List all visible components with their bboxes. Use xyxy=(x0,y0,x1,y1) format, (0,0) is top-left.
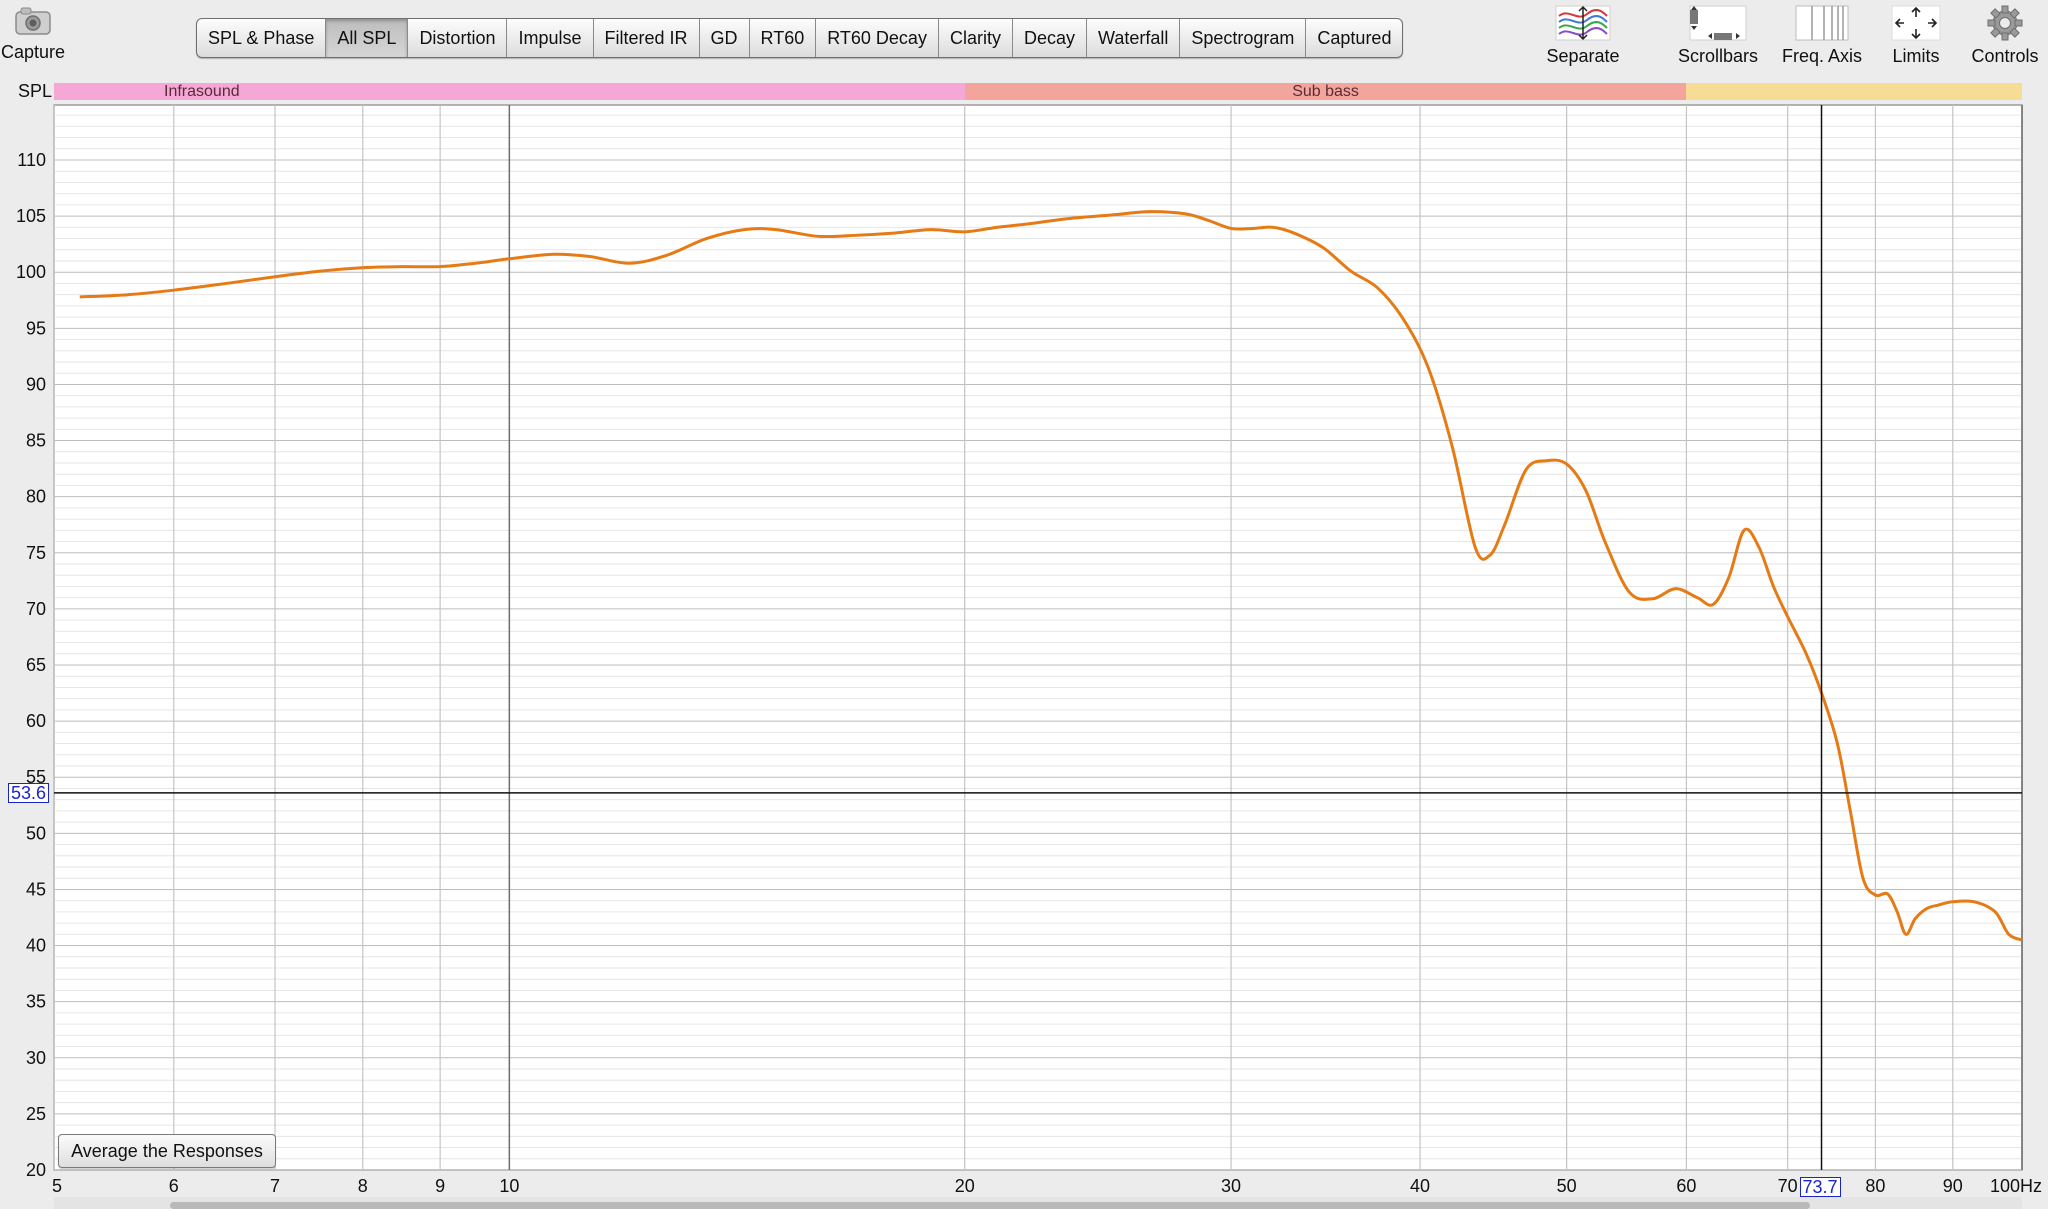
y-tick-label: 75 xyxy=(26,543,46,563)
y-tick-label: 100 xyxy=(16,262,46,282)
y-tick-label: 50 xyxy=(26,823,46,843)
y-tick-label: 70 xyxy=(26,599,46,619)
gear-icon xyxy=(1987,5,2023,41)
tab-spectrogram[interactable]: Spectrogram xyxy=(1180,19,1307,57)
freq-axis-label: Freq. Axis xyxy=(1781,46,1863,66)
x-tick-label: 7 xyxy=(270,1176,280,1196)
tab-distortion[interactable]: Distortion xyxy=(408,19,508,57)
y-axis-label: SPL xyxy=(18,81,53,101)
tab-spl-phase[interactable]: SPL & Phase xyxy=(197,19,327,57)
separate-button[interactable]: Separate xyxy=(1538,4,1628,67)
y-tick-label: 25 xyxy=(26,1104,46,1124)
scrollbars-icon xyxy=(1689,5,1747,41)
limits-button[interactable]: Limits xyxy=(1880,4,1952,67)
toolbar: Capture SPL & Phase All SPL Distortion Impu… xyxy=(0,0,2048,80)
y-tick-label: 65 xyxy=(26,655,46,675)
freq-axis-button[interactable]: Freq. Axis xyxy=(1776,4,1868,67)
tab-impulse[interactable]: Impulse xyxy=(507,19,594,57)
plot-area xyxy=(53,104,2023,1171)
cursor-spl-readout: 53.6 xyxy=(8,782,50,803)
tab-rt60-decay[interactable]: RT60 Decay xyxy=(816,19,939,57)
separate-traces-icon xyxy=(1555,5,1611,41)
x-tick-label: 8 xyxy=(358,1176,368,1196)
horizontal-scrollbar-thumb[interactable] xyxy=(170,1202,1810,1209)
cursor-frequency-readout: 73.7 xyxy=(1799,1177,1841,1197)
x-tick-label: 9 xyxy=(435,1176,445,1196)
x-tick-label: 80 xyxy=(1865,1176,1885,1196)
separate-label: Separate xyxy=(1546,46,1620,66)
band-bass xyxy=(1686,83,2022,100)
x-tick-label: 30 xyxy=(1221,1176,1241,1196)
y-tick-label: 30 xyxy=(26,1048,46,1068)
y-tick-label: 60 xyxy=(26,711,46,731)
capture-button[interactable]: Capture xyxy=(0,4,66,63)
limits-label: Limits xyxy=(1892,46,1940,66)
scrollbars-label: Scrollbars xyxy=(1677,46,1759,66)
controls-label: Controls xyxy=(1971,46,2039,66)
y-tick-label: 20 xyxy=(26,1160,46,1180)
tab-all-spl[interactable]: All SPL xyxy=(326,19,409,57)
y-tick-label: 80 xyxy=(26,487,46,507)
x-tick-label: 50 xyxy=(1557,1176,1577,1196)
average-responses-button[interactable]: Average the Responses xyxy=(58,1134,276,1168)
limits-arrows-icon xyxy=(1891,5,1941,41)
x-tick-label: 90 xyxy=(1943,1176,1963,1196)
x-tick-label: 5 xyxy=(52,1176,62,1196)
spl-chart[interactable]: 2025303540455055606570758085909510010511… xyxy=(0,100,2048,1200)
x-tick-label: 70 xyxy=(1778,1176,1798,1196)
y-tick-label: 85 xyxy=(26,431,46,451)
x-tick-label: 60 xyxy=(1676,1176,1696,1196)
camera-icon xyxy=(15,7,51,35)
tab-clarity[interactable]: Clarity xyxy=(939,19,1013,57)
y-tick-label: 40 xyxy=(26,936,46,956)
tab-rt60[interactable]: RT60 xyxy=(750,19,817,57)
y-tick-label: 90 xyxy=(26,374,46,394)
x-tick-label: 100Hz xyxy=(1990,1176,2042,1196)
y-tick-label: 105 xyxy=(16,206,46,226)
x-tick-label: 10 xyxy=(499,1176,519,1196)
band-infrasound: Infrasound xyxy=(54,83,965,100)
x-tick-label: 6 xyxy=(169,1176,179,1196)
x-tick-label: 40 xyxy=(1410,1176,1430,1196)
y-tick-label: 35 xyxy=(26,992,46,1012)
tab-decay[interactable]: Decay xyxy=(1013,19,1087,57)
y-tick-label: 110 xyxy=(17,150,46,170)
capture-label: Capture xyxy=(0,42,66,62)
y-tick-label: 95 xyxy=(26,318,46,338)
tab-filtered-ir[interactable]: Filtered IR xyxy=(594,19,700,57)
view-tab-bar: SPL & Phase All SPL Distortion Impulse Filte… xyxy=(196,18,1404,58)
freq-axis-icon xyxy=(1795,5,1849,41)
tab-gd[interactable]: GD xyxy=(700,19,750,57)
controls-button[interactable]: Controls xyxy=(1962,4,2048,67)
scrollbars-button[interactable]: Scrollbars xyxy=(1668,4,1768,67)
y-tick-label: 45 xyxy=(26,879,46,899)
band-sub-bass: Sub bass xyxy=(964,83,1687,100)
x-tick-label: 20 xyxy=(955,1176,975,1196)
tab-captured[interactable]: Captured xyxy=(1306,19,1402,57)
tab-waterfall[interactable]: Waterfall xyxy=(1087,19,1181,57)
